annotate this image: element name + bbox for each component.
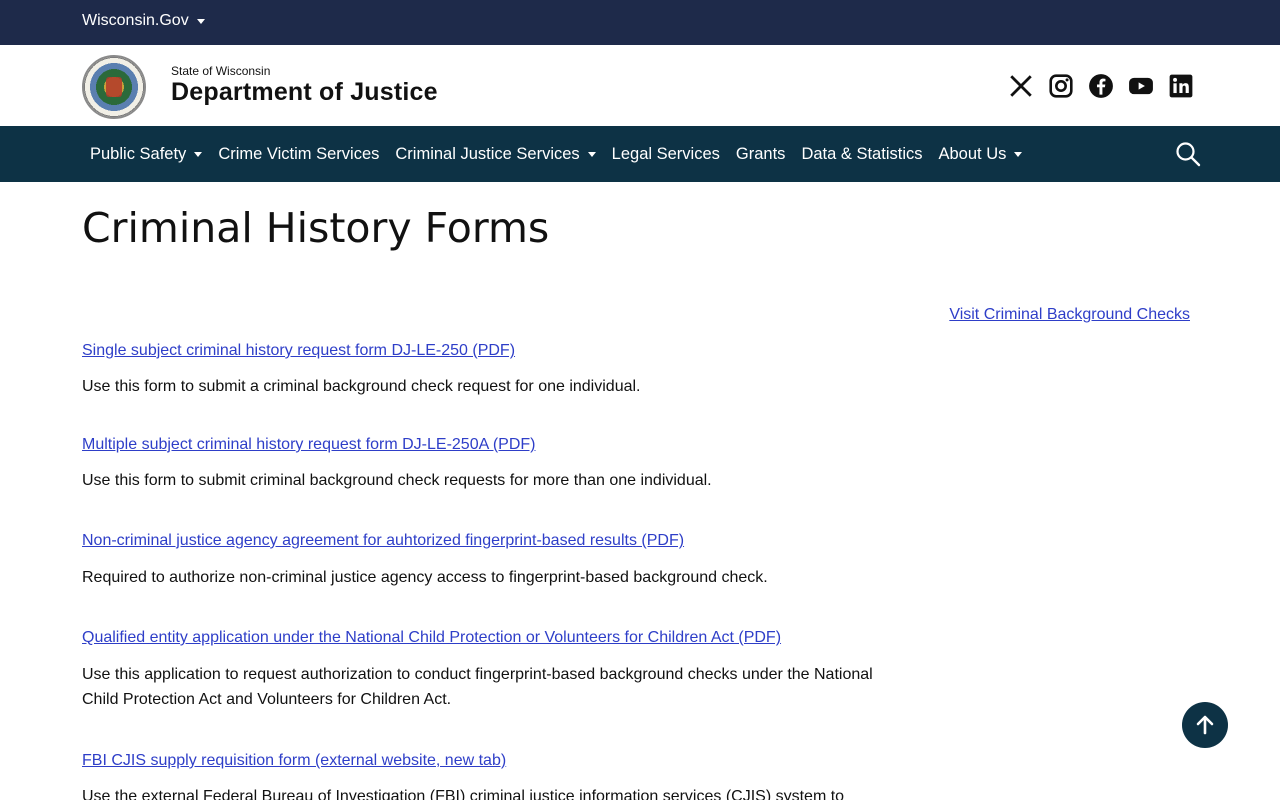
wisconsin-gov-label: Wisconsin.Gov — [82, 12, 189, 29]
form-description: Use this form to submit a criminal backg… — [82, 378, 641, 395]
form-description: Use this application to request authoriz… — [82, 666, 873, 708]
wisconsin-gov-dropdown[interactable]: Wisconsin.Gov — [82, 12, 205, 30]
main-navigation: Public Safety Crime Victim Services Crim… — [0, 126, 1280, 182]
nav-item-label: Grants — [735, 144, 786, 163]
form-link[interactable]: Single subject criminal history request … — [82, 342, 515, 360]
site-header: State of Wisconsin Department of Justice — [0, 45, 1280, 126]
chevron-down-icon — [196, 18, 205, 24]
youtube-icon[interactable] — [1127, 72, 1155, 100]
form-description: Use the external Federal Bureau of Inves… — [82, 788, 845, 800]
chevron-down-icon — [587, 151, 596, 157]
form-link[interactable]: FBI CJIS supply requisition form (extern… — [82, 752, 506, 770]
form-link[interactable]: Qualified entity application under the N… — [82, 629, 781, 647]
state-label[interactable]: State of Wisconsin — [171, 64, 270, 78]
form-description: Required to authorize non-criminal justi… — [82, 569, 768, 586]
department-title[interactable]: Department of Justice — [171, 78, 438, 107]
top-utility-bar: Wisconsin.Gov — [0, 0, 1280, 45]
chevron-down-icon — [1014, 151, 1023, 157]
nav-item-label: Public Safety — [90, 144, 187, 163]
visit-background-checks-link[interactable]: Visit Criminal Background Checks — [949, 306, 1190, 324]
facebook-icon[interactable] — [1087, 72, 1115, 100]
form-link[interactable]: Non-criminal justice agency agreement fo… — [82, 532, 684, 550]
nav-item-public-safety[interactable]: Public Safety — [82, 145, 210, 164]
nav-item-label: Crime Victim Services — [218, 144, 380, 163]
doj-seal-logo[interactable] — [82, 55, 146, 119]
nav-item-grants[interactable]: Grants — [728, 145, 794, 164]
form-description: Use this form to submit criminal backgro… — [82, 472, 712, 489]
nav-item-crime-victim-services[interactable]: Crime Victim Services — [210, 145, 387, 164]
nav-item-legal-services[interactable]: Legal Services — [604, 145, 728, 164]
nav-item-label: About Us — [938, 144, 1007, 163]
x-icon[interactable] — [1007, 72, 1035, 100]
chevron-down-icon — [194, 151, 203, 157]
instagram-icon[interactable] — [1047, 72, 1075, 100]
linkedin-icon[interactable] — [1167, 72, 1195, 100]
nav-item-label: Criminal Justice Services — [395, 144, 580, 163]
nav-item-about-us[interactable]: About Us — [930, 145, 1030, 164]
nav-item-label: Data & Statistics — [801, 144, 923, 163]
nav-item-criminal-justice-services[interactable]: Criminal Justice Services — [387, 145, 603, 164]
arrow-up-icon — [1196, 715, 1214, 735]
form-link[interactable]: Multiple subject criminal history reques… — [82, 436, 535, 454]
back-to-top-button[interactable] — [1182, 702, 1228, 748]
page-title: Criminal History Forms — [82, 204, 550, 252]
nav-item-data-statistics[interactable]: Data & Statistics — [793, 145, 930, 164]
search-icon[interactable] — [1174, 140, 1202, 168]
nav-item-label: Legal Services — [611, 144, 720, 163]
